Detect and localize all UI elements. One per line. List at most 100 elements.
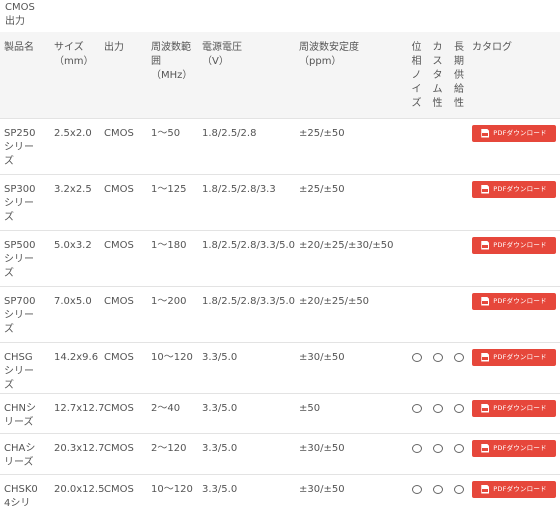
- long-supply-cell: [448, 341, 470, 393]
- pdf-download-label: PDFダウンロード: [493, 444, 547, 452]
- custom-cell: [427, 473, 448, 508]
- freq-range-cell: 2～120: [151, 432, 202, 474]
- circle-mark-icon: [432, 352, 443, 362]
- pdf-download-label: PDFダウンロード: [493, 353, 547, 361]
- pdf-file-icon: [481, 184, 490, 194]
- pdf-download-button[interactable]: PDFダウンロード: [472, 236, 556, 254]
- size-cell: 5.0x3.2: [52, 229, 104, 286]
- size-cell: 20.0x12.5: [52, 473, 104, 508]
- product-name: SP250シリーズ: [4, 127, 36, 167]
- custom-cell: [427, 173, 448, 230]
- freq-range-cell: 10～120: [151, 341, 202, 393]
- size-cell: 2.5x2.0: [52, 117, 104, 174]
- output-cell: CMOS: [104, 432, 151, 474]
- stability-cell: ±50: [299, 392, 406, 433]
- pdf-download-button[interactable]: PDFダウンロード: [472, 399, 556, 417]
- catalog-cell: PDFダウンロード: [470, 473, 560, 508]
- pdf-download-label: PDFダウンロード: [493, 297, 547, 305]
- freq-range-cell: 10～120: [151, 473, 202, 508]
- custom-cell: [427, 229, 448, 286]
- pdf-download-button[interactable]: PDFダウンロード: [472, 439, 556, 457]
- long-supply-cell: [448, 473, 470, 508]
- phase-noise-cell: [406, 117, 427, 174]
- stability-cell: ±20/±25/±30/±50: [299, 229, 406, 286]
- circle-mark-icon: [432, 484, 443, 494]
- output-cell: CMOS: [104, 341, 151, 393]
- output-cell: CMOS: [104, 117, 151, 174]
- header-voltage: 電源電圧 （V）: [202, 32, 299, 118]
- pdf-download-button[interactable]: PDFダウンロード: [472, 292, 556, 310]
- header-freq-range: 周波数範囲（MHz）: [151, 32, 202, 118]
- freq-range-cell: 2～40: [151, 392, 202, 433]
- header-long-supply: 長期供給性: [448, 32, 470, 118]
- product-name-cell: CHSK04シリーズ: [0, 473, 52, 508]
- phase-noise-cell: [406, 392, 427, 433]
- long-supply-cell: [448, 285, 470, 342]
- phase-noise-cell: [406, 285, 427, 342]
- voltage-cell: 3.3/5.0: [202, 341, 299, 393]
- table-header-row: 製品名 サイズ （mm） 出力 周波数範囲（MHz） 電源電圧 （V） 周波数安定度…: [0, 32, 560, 118]
- pdf-file-icon: [481, 240, 490, 250]
- product-name: CHAシリーズ: [4, 442, 36, 468]
- catalog-cell: PDFダウンロード: [470, 392, 560, 433]
- product-name-cell: SP700シリーズ: [0, 285, 52, 342]
- catalog-cell: PDFダウンロード: [470, 117, 560, 174]
- product-name: SP700シリーズ: [4, 295, 36, 335]
- size-cell: 12.7x12.7: [52, 392, 104, 433]
- voltage-cell: 1.8/2.5/2.8/3.3/5.0: [202, 229, 299, 286]
- custom-cell: [427, 432, 448, 474]
- catalog-cell: PDFダウンロード: [470, 341, 560, 393]
- table-row: CHSGシリーズ 14.2x9.6 CMOS 10～120 3.3/5.0 ±30/±50…: [0, 341, 560, 393]
- stability-cell: ±25/±50: [299, 173, 406, 230]
- product-name-cell: CHSGシリーズ: [0, 341, 52, 393]
- pdf-download-button[interactable]: PDFダウンロード: [472, 480, 556, 498]
- voltage-cell: 3.3/5.0: [202, 473, 299, 508]
- pdf-download-button[interactable]: PDFダウンロード: [472, 180, 556, 198]
- stability-cell: ±30/±50: [299, 432, 406, 474]
- circle-mark-icon: [411, 352, 422, 362]
- circle-mark-icon: [454, 403, 464, 413]
- product-name: CHSK04シリーズ: [4, 483, 38, 508]
- table-row: CHSK04シリーズ 20.0x12.5CMOS10～1203.3/5.0±30/…: [0, 473, 560, 508]
- circle-mark-icon: [411, 484, 422, 494]
- voltage-cell: 1.8/2.5/2.8: [202, 117, 299, 174]
- long-supply-cell: [448, 229, 470, 286]
- product-name: SP500シリーズ: [4, 239, 36, 279]
- pdf-download-button[interactable]: PDFダウンロード: [472, 348, 556, 366]
- voltage-cell: 3.3/5.0: [202, 392, 299, 433]
- stability-cell: ±30/±50: [299, 341, 406, 393]
- pdf-download-button[interactable]: PDFダウンロード: [472, 124, 556, 142]
- long-supply-cell: [448, 117, 470, 174]
- product-name-cell: CHNシリーズ: [0, 392, 52, 433]
- table-row: CHAシリーズ 20.3x12.7 CMOS 2～120 3.3/5.0 ±30/±50 P…: [0, 432, 560, 474]
- circle-mark-icon: [411, 403, 422, 413]
- output-cell: CMOS: [104, 392, 151, 433]
- pdf-download-label: PDFダウンロード: [493, 485, 547, 493]
- table-row: SP250シリーズ 2.5x2.0 CMOS 1～50 1.8/2.5/2.8 ±25/±…: [0, 117, 560, 174]
- product-spec-table: 製品名 サイズ （mm） 出力 周波数範囲（MHz） 電源電圧 （V） 周波数安定度…: [0, 32, 560, 508]
- product-name-cell: SP250シリーズ: [0, 117, 52, 174]
- pdf-file-icon: [481, 296, 490, 306]
- size-cell: 14.2x9.6: [52, 341, 104, 393]
- pdf-file-icon: [481, 128, 490, 138]
- pdf-download-label: PDFダウンロード: [493, 404, 547, 412]
- phase-noise-cell: [406, 432, 427, 474]
- size-cell: 20.3x12.7: [52, 432, 104, 474]
- output-cell: CMOS: [104, 285, 151, 342]
- output-cell: CMOS: [104, 229, 151, 286]
- freq-range-cell: 1～200: [151, 285, 202, 342]
- long-supply-cell: [448, 392, 470, 433]
- long-supply-cell: [448, 173, 470, 230]
- product-name-cell: SP300シリーズ: [0, 173, 52, 230]
- header-stability: 周波数安定度 （ppm）: [299, 32, 406, 118]
- catalog-cell: PDFダウンロード: [470, 229, 560, 286]
- circle-mark-icon: [432, 443, 443, 453]
- freq-range-cell: 1～125: [151, 173, 202, 230]
- voltage-cell: 1.8/2.5/2.8/3.3/5.0: [202, 285, 299, 342]
- header-catalog: カタログ: [470, 32, 560, 118]
- pdf-file-icon: [481, 443, 490, 453]
- table-row: SP300シリーズ 3.2x2.5 CMOS 1～125 1.8/2.5/2.8/3.3…: [0, 173, 560, 230]
- circle-mark-icon: [454, 352, 464, 362]
- custom-cell: [427, 392, 448, 433]
- product-name: CHNシリーズ: [4, 402, 36, 428]
